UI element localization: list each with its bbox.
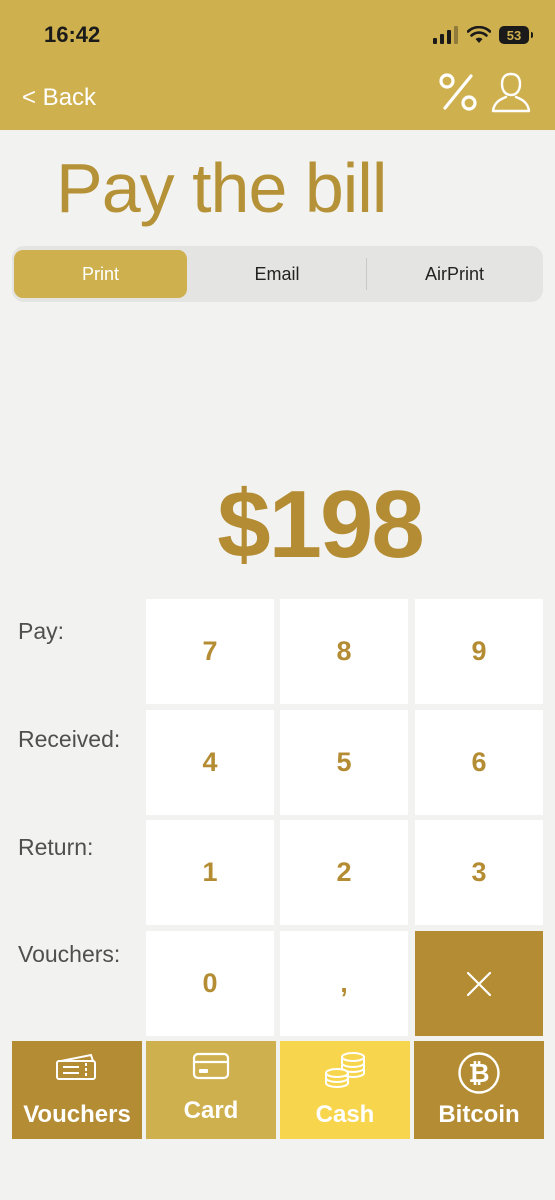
key-clear[interactable] (415, 931, 543, 1036)
status-icons: 53 (433, 24, 533, 46)
pay-card-label: Card (183, 1097, 239, 1124)
credit-card-icon (192, 1052, 230, 1080)
battery-icon: 53 (499, 26, 533, 44)
svg-text:₿: ₿ (468, 1059, 489, 1089)
key-6[interactable]: 6 (415, 710, 543, 815)
bill-amount: $198 (217, 471, 425, 578)
key-8[interactable]: 8 (280, 599, 408, 704)
key-9[interactable]: 9 (415, 599, 543, 704)
page-title: Pay the bill (56, 149, 387, 227)
receipt-segmented-control: Print Email AirPrint (12, 246, 543, 302)
status-time: 16:42 (44, 22, 101, 47)
key-1[interactable]: 1 (146, 820, 274, 925)
bitcoin-icon: ₿ (458, 1052, 500, 1094)
back-button[interactable]: < Back (22, 84, 96, 112)
label-pay: Pay: (18, 618, 65, 644)
key-5[interactable]: 5 (280, 710, 408, 815)
key-2[interactable]: 2 (280, 820, 408, 925)
key-3[interactable]: 3 (415, 820, 543, 925)
pay-bitcoin-label: Bitcoin (438, 1101, 520, 1128)
user-profile-icon[interactable] (490, 70, 532, 114)
segment-airprint[interactable]: AirPrint (368, 250, 541, 298)
ticket-icon (56, 1053, 96, 1080)
key-comma[interactable]: , (280, 931, 408, 1036)
label-return: Return: (18, 834, 94, 860)
close-icon (466, 971, 492, 996)
wifi-icon (467, 26, 491, 43)
cellular-signal-icon (433, 26, 458, 44)
key-0[interactable]: 0 (146, 931, 274, 1036)
segment-email[interactable]: Email (190, 250, 364, 298)
pay-cash-button[interactable]: Cash (280, 1041, 410, 1139)
pay-cash-label: Cash (315, 1101, 375, 1128)
label-vouchers: Vouchers: (18, 941, 121, 967)
nav-header: 16:42 53 < Back (0, 0, 555, 130)
pay-bitcoin-button[interactable]: ₿ Bitcoin (414, 1041, 544, 1139)
pay-vouchers-label: Vouchers (23, 1101, 131, 1128)
pay-card-button[interactable]: Card (146, 1041, 276, 1139)
key-7[interactable]: 7 (146, 599, 274, 704)
coins-icon (325, 1052, 365, 1088)
pay-vouchers-button[interactable]: Vouchers (12, 1041, 142, 1139)
label-received: Received: (18, 726, 121, 752)
key-4[interactable]: 4 (146, 710, 274, 815)
segment-divider (366, 258, 367, 290)
segment-print[interactable]: Print (14, 250, 187, 298)
percent-icon[interactable] (436, 70, 480, 114)
